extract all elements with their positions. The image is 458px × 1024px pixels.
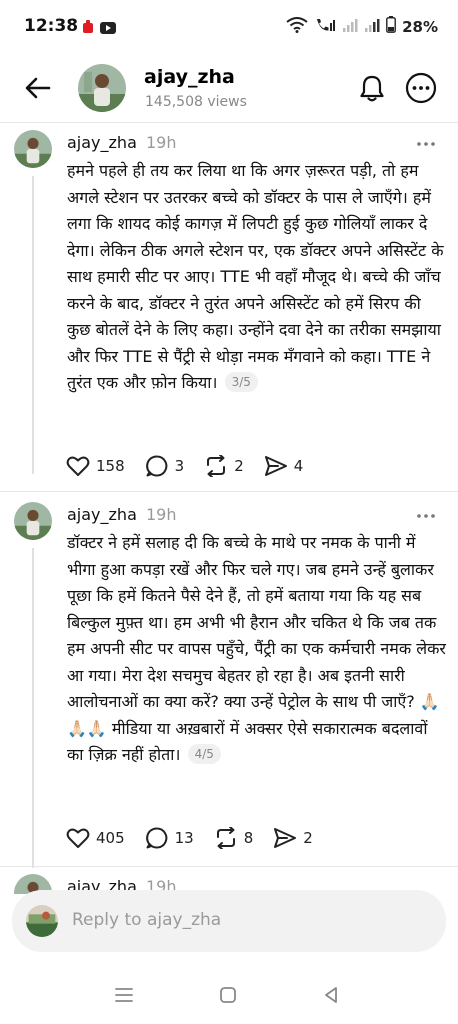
post-avatar[interactable] (14, 130, 52, 168)
post-actions: 158 3 2 4 (66, 454, 323, 478)
thread-line (32, 548, 34, 868)
send-icon (274, 828, 297, 848)
header-username[interactable]: ajay_zha (144, 66, 235, 88)
signal-icon (342, 18, 358, 36)
comment-bubble-icon (145, 455, 167, 477)
status-time: 12:38 (24, 16, 79, 36)
post-username[interactable]: ajay_zha (67, 505, 137, 524)
back-button[interactable] (22, 72, 54, 104)
repost-button[interactable]: 8 (214, 827, 254, 849)
avatar-photo-icon (14, 502, 52, 540)
back-nav-icon (325, 987, 337, 1003)
like-button[interactable]: 405 (66, 827, 125, 849)
home-button[interactable] (213, 982, 243, 1008)
comment-bubble-icon (145, 827, 167, 849)
status-bar: 12:38 28% (0, 0, 458, 54)
notifications-button[interactable] (354, 70, 390, 106)
post-divider (0, 491, 458, 492)
post-time: 19h (145, 505, 177, 524)
page-badge: 4/5 (187, 744, 221, 764)
repost-count: 2 (234, 457, 244, 475)
share-count: 4 (293, 457, 304, 475)
thread-post: ajay_zha 19h हमने पहले ही तय कर लिया था … (0, 130, 458, 480)
avatar-photo-icon (14, 130, 52, 168)
notification-app-icon (82, 19, 94, 38)
like-count: 405 (96, 829, 125, 847)
post-username[interactable]: ajay_zha (67, 133, 137, 152)
comment-count: 13 (174, 829, 194, 847)
avatar-photo-icon (26, 905, 58, 937)
battery-percent: 28% (402, 17, 438, 36)
post-time: 19h (145, 133, 177, 152)
post-text: हमने पहले ही तय कर लिया था कि अगर ज़रूरत… (67, 161, 444, 392)
arrow-left-icon (25, 77, 51, 99)
share-button[interactable]: 4 (264, 455, 304, 477)
comment-button[interactable]: 3 (145, 454, 185, 478)
more-dots-icon (417, 142, 435, 146)
reply-composer[interactable]: Reply to ajay_zha (12, 890, 446, 952)
post-text: डॉक्टर ने हमें सलाह दी कि बच्चे के माथे … (67, 533, 446, 764)
post-actions: 405 13 8 2 (66, 826, 333, 850)
comment-button[interactable]: 13 (145, 826, 194, 850)
share-button[interactable]: 2 (273, 827, 313, 849)
page-badge: 3/5 (224, 372, 258, 392)
repost-icon (207, 455, 226, 477)
header-avatar[interactable] (78, 64, 126, 112)
repost-button[interactable]: 2 (204, 455, 244, 477)
reply-input[interactable]: Reply to ajay_zha (72, 910, 221, 930)
post-divider (0, 866, 458, 867)
back-nav-button[interactable] (316, 982, 346, 1008)
heart-icon (66, 456, 90, 476)
system-nav-bar (0, 966, 458, 1024)
more-options-button[interactable] (404, 71, 438, 105)
repost-count: 8 (243, 829, 254, 847)
post-avatar[interactable] (14, 502, 52, 540)
thread-header: ajay_zha 145,508 views (0, 54, 458, 122)
send-icon (264, 456, 287, 476)
signal-icon-2 (364, 18, 380, 36)
current-user-avatar (26, 905, 58, 937)
share-count: 2 (303, 829, 313, 847)
battery-icon (386, 16, 396, 37)
more-horizontal-icon (405, 72, 437, 104)
more-dots-icon (417, 514, 435, 518)
heart-icon (66, 828, 90, 848)
bell-icon (360, 75, 384, 102)
comment-count: 3 (174, 457, 185, 475)
home-icon (220, 987, 236, 1003)
wifi-icon (286, 16, 308, 37)
like-button[interactable]: 158 (66, 455, 125, 477)
post-more-button[interactable] (416, 132, 436, 151)
youtube-icon (100, 19, 116, 38)
thread-post: ajay_zha 19h डॉक्टर ने हमें सलाह दी कि ब… (0, 502, 458, 868)
recents-icon (115, 988, 133, 1002)
avatar-photo-icon (78, 64, 126, 112)
header-divider (0, 122, 458, 123)
call-icon (314, 17, 336, 37)
post-more-button[interactable] (416, 504, 436, 523)
like-count: 158 (96, 457, 125, 475)
repost-icon (216, 827, 235, 849)
view-count: 145,508 views (145, 94, 247, 110)
thread-line (32, 176, 34, 474)
recents-button[interactable] (109, 982, 139, 1008)
